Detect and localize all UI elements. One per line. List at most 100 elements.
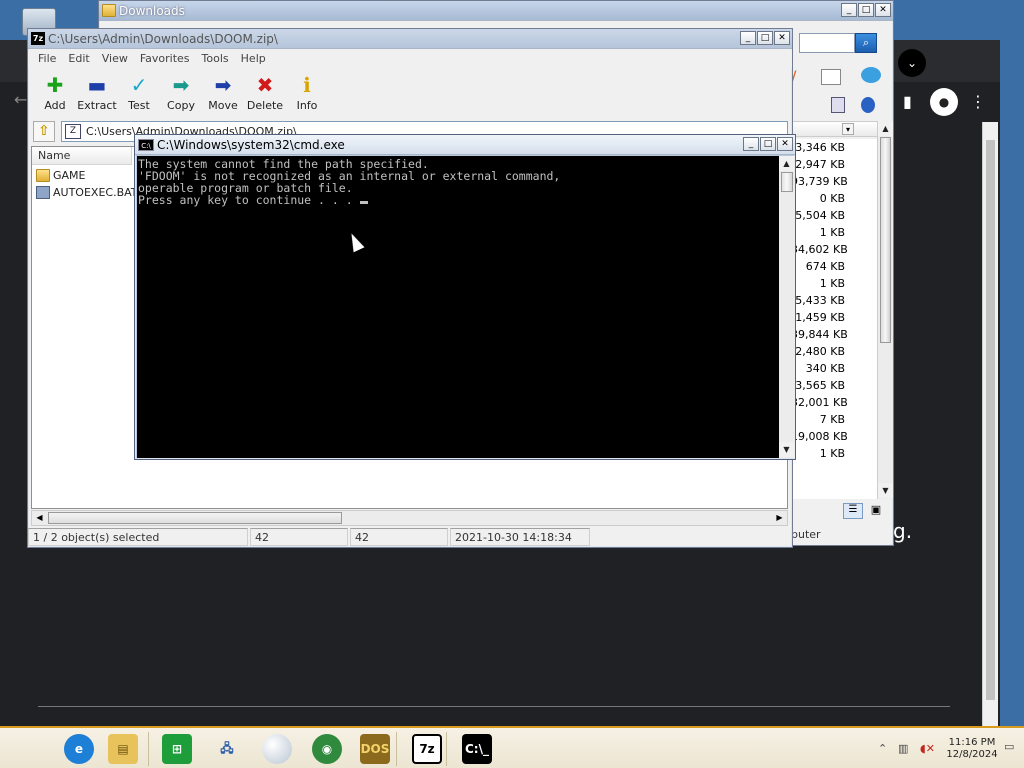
scroll-down-icon[interactable]: ▼ — [878, 483, 893, 498]
copy-button[interactable]: ➡ Copy — [160, 71, 202, 121]
minimize-button[interactable]: _ — [841, 3, 857, 17]
scroll-thumb[interactable] — [781, 172, 793, 192]
scroll-up-icon[interactable]: ▲ — [878, 121, 893, 136]
browser-scrollbar[interactable] — [982, 122, 998, 726]
globe-icon[interactable] — [861, 67, 881, 83]
close-button[interactable]: ✕ — [774, 31, 790, 45]
menu-tools[interactable]: Tools — [196, 50, 235, 68]
taskbar-app[interactable] — [258, 732, 296, 766]
scroll-down-icon[interactable]: ▼ — [779, 442, 794, 457]
taskbar-app[interactable]: DOS — [356, 732, 394, 766]
move-arrow-icon: ➡ — [214, 73, 232, 97]
dosbox-icon: DOS — [360, 734, 390, 764]
taskbar-app[interactable]: 🖧 — [208, 732, 246, 766]
maximize-button[interactable]: □ — [760, 137, 776, 151]
file-size-cell: 2,480 KB — [795, 345, 845, 358]
taskbar-app[interactable]: ⊞ — [158, 732, 196, 766]
extract-button[interactable]: ▬ Extract — [76, 71, 118, 121]
taskbar-app[interactable]: ▤ — [104, 732, 142, 766]
console-output[interactable]: The system cannot find the path specifie… — [137, 156, 779, 458]
volume-muted-icon[interactable]: ◖✕ — [920, 742, 935, 755]
maximize-button[interactable]: □ — [858, 3, 874, 17]
file-size-cell: 34,602 KB — [791, 243, 848, 256]
menu-help[interactable]: Help — [235, 50, 272, 68]
move-button[interactable]: ➡ Move — [202, 71, 244, 121]
menu-view[interactable]: View — [96, 50, 134, 68]
show-hidden-icons-icon[interactable]: ⌃ — [878, 742, 887, 755]
minimize-button[interactable]: _ — [743, 137, 759, 151]
help-icon[interactable] — [861, 97, 875, 113]
window-icon[interactable] — [821, 69, 841, 85]
checkmark-icon: ✓ — [130, 73, 148, 97]
sidebar-panel-icon[interactable]: ▮ — [903, 92, 912, 111]
cmd-titlebar[interactable]: C:\ C:\Windows\system32\cmd.exe _ □ ✕ — [135, 135, 795, 155]
folder-icon — [102, 4, 116, 17]
details-view-icon[interactable]: ☰ — [843, 503, 863, 519]
plus-icon: ✚ — [46, 73, 64, 97]
vertical-scrollbar[interactable]: ▲ ▼ — [877, 121, 893, 499]
tiles-view-icon[interactable]: ▣ — [867, 503, 885, 519]
sevenzip-titlebar[interactable]: 7z C:\Users\Admin\Downloads\DOOM.zip\ _ … — [28, 29, 792, 49]
add-button[interactable]: ✚ Add — [34, 71, 76, 121]
list-item[interactable]: AUTOEXEC.BAT — [36, 184, 138, 201]
menu-edit[interactable]: Edit — [62, 50, 95, 68]
background-text: g. — [893, 519, 913, 543]
test-button[interactable]: ✓ Test — [118, 71, 160, 121]
tool-label: Copy — [167, 99, 195, 112]
search-icon[interactable]: ⌕ — [855, 33, 877, 53]
taskbar-separator — [446, 732, 447, 766]
size-column-header[interactable]: ▾ — [791, 121, 879, 137]
search-input[interactable] — [799, 33, 855, 53]
clock[interactable]: 11:16 PM 12/8/2024 — [944, 737, 1000, 761]
taskbar-app[interactable]: e — [60, 732, 98, 766]
chrome-browser-icon: ◉ — [312, 734, 342, 764]
name-column-header[interactable]: Name — [32, 147, 132, 165]
cmd-window[interactable]: C:\ C:\Windows\system32\cmd.exe _ □ ✕ Th… — [134, 134, 796, 460]
info-button[interactable]: ℹ Info — [286, 71, 328, 121]
more-menu-icon[interactable]: ⋮ — [970, 92, 986, 111]
modified-status: 2021-10-30 14:18:34 — [450, 528, 590, 546]
preview-pane-icon[interactable] — [831, 97, 845, 113]
globe-sphere-icon — [262, 734, 292, 764]
copy-arrow-icon: ➡ — [172, 73, 190, 97]
list-item[interactable]: GAME — [36, 167, 86, 184]
chevron-down-icon[interactable]: ▾ — [842, 123, 854, 135]
taskbar-app[interactable]: ◉ — [308, 732, 346, 766]
notification-icon[interactable]: ▭ — [1004, 740, 1014, 753]
selection-status: 1 / 2 object(s) selected — [28, 528, 248, 546]
close-button[interactable]: ✕ — [777, 137, 793, 151]
scroll-right-icon[interactable]: ▶ — [772, 511, 787, 525]
downloads-titlebar[interactable]: Downloads _ □ ✕ — [99, 1, 893, 21]
menu-favorites[interactable]: Favorites — [134, 50, 196, 68]
horizontal-scrollbar[interactable]: ◀ ▶ — [31, 510, 788, 526]
file-size-cell: 0 KB — [819, 192, 845, 205]
taskbar-app[interactable]: C:\_ — [458, 732, 496, 766]
file-name: GAME — [53, 169, 86, 182]
file-size-cell: 1 KB — [819, 277, 845, 290]
tool-label: Delete — [246, 99, 284, 112]
scroll-left-icon[interactable]: ◀ — [32, 511, 47, 525]
minimize-button[interactable]: _ — [740, 31, 756, 45]
taskbar: e ▤ ⊞ 🖧 ◉ DOS 7z C:\_ ⌃ ▥ ◖✕ 11:16 PM 12/8/2024… — [0, 726, 1024, 768]
tool-label: Move — [208, 99, 238, 112]
scroll-thumb[interactable] — [48, 512, 342, 524]
clock-time: 11:16 PM — [948, 737, 996, 748]
brush-icon[interactable]: / — [791, 67, 811, 86]
scroll-thumb[interactable] — [880, 137, 891, 343]
network-icon[interactable]: ▥ — [898, 742, 908, 755]
close-button[interactable]: ✕ — [875, 3, 891, 17]
scroll-up-icon[interactable]: ▲ — [779, 156, 794, 171]
maximize-button[interactable]: □ — [757, 31, 773, 45]
file-size-cell: 2,947 KB — [795, 158, 845, 171]
network-computer-icon: 🖧 — [220, 740, 234, 755]
menu-file[interactable]: File — [32, 50, 62, 68]
delete-button[interactable]: ✖ Delete — [244, 71, 286, 121]
back-arrow-icon[interactable]: ← — [14, 90, 27, 109]
vertical-scrollbar[interactable]: ▲ ▼ — [779, 156, 795, 458]
store-icon: ⊞ — [162, 734, 192, 764]
profile-avatar-icon[interactable]: ● — [930, 88, 958, 116]
taskbar-app[interactable]: 7z — [408, 732, 446, 766]
downloads-title: Downloads — [119, 4, 185, 18]
chevron-down-icon[interactable]: ⌄ — [898, 49, 926, 77]
up-folder-icon[interactable]: ⇧ — [33, 121, 55, 142]
